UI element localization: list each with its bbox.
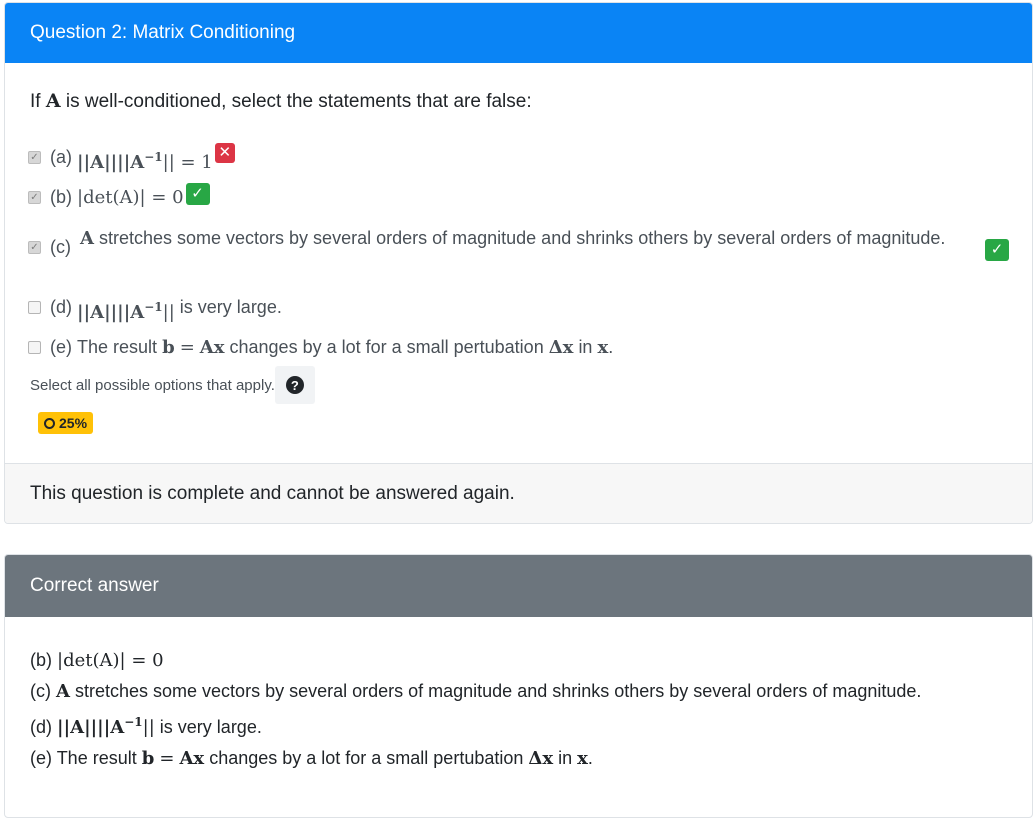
option-e[interactable]: (e) The result b = Ax changes by a lot f… [28, 333, 613, 362]
option-d[interactable]: (d) ||A||||A−1|| is very large. [28, 293, 282, 327]
incorrect-icon: ✕ [214, 143, 235, 163]
option-e-checkbox[interactable] [28, 341, 41, 354]
option-c-text: A stretches some vectors by several orde… [80, 228, 946, 249]
option-c-label: (c) [50, 237, 71, 257]
option-a-label: (a) [50, 147, 72, 167]
score-badge: 25% [38, 412, 94, 434]
option-c[interactable]: ✓ (c) A stretches some vectors by severa… [28, 223, 960, 262]
hint-row: Select all possible options that apply. … [30, 366, 315, 404]
answer-list: (b) |det(A)| = 0 (c) A stretches some ve… [30, 645, 930, 774]
help-button[interactable]: ? [274, 366, 315, 404]
option-e-text: The result b = Ax changes by a lot for a… [77, 337, 614, 358]
answer-header: Correct answer [5, 555, 1032, 617]
option-b[interactable]: ✓ (b) |det(A)| = 0 ✓ [28, 183, 210, 212]
answer-title: Correct answer [30, 575, 159, 596]
question-title: Question 2: Matrix Conditioning [30, 22, 296, 43]
option-d-label: (d) [50, 297, 72, 317]
option-d-checkbox[interactable] [28, 301, 41, 314]
option-b-math: |det(A)| = 0 [77, 187, 184, 208]
footer-text: This question is complete and cannot be … [30, 483, 515, 504]
prompt-text: If [30, 91, 41, 112]
option-e-label: (e) [50, 337, 72, 357]
question-footer: This question is complete and cannot be … [5, 463, 1032, 523]
answer-item-b: (b) |det(A)| = 0 [30, 650, 164, 671]
option-c-checkbox[interactable]: ✓ [28, 241, 41, 254]
question-card: Question 2: Matrix Conditioning If A is … [4, 2, 1033, 524]
question-prompt: If A is well-conditioned, select the sta… [30, 90, 532, 113]
prompt-text: is well-conditioned, select the statemen… [65, 91, 532, 112]
question-circle-icon: ? [285, 376, 304, 394]
prompt-math: A [45, 90, 61, 112]
option-b-label: (b) [50, 187, 72, 207]
correct-icon: ✓ [985, 239, 1009, 261]
answer-item-e: (e) The result b = Ax changes by a lot f… [30, 748, 593, 769]
option-b-checkbox[interactable]: ✓ [28, 191, 41, 204]
circle-icon [44, 417, 55, 429]
option-d-math: ||A||||A−1|| [77, 300, 175, 323]
option-d-text: is very large. [179, 297, 282, 317]
answer-item-d: (d) ||A||||A−1|| is very large. [30, 715, 262, 738]
option-a-checkbox[interactable]: ✓ [28, 151, 41, 164]
answer-card: Correct answer (b) |det(A)| = 0 (c) A st… [4, 554, 1033, 818]
question-header: Question 2: Matrix Conditioning [5, 3, 1032, 63]
score-value: 25% [59, 415, 88, 431]
option-a[interactable]: ✓ (a) ||A||||A−1|| = 1 ✕ [28, 143, 235, 177]
hint-text: Select all possible options that apply. [30, 376, 275, 394]
correct-icon: ✓ [185, 183, 210, 205]
answer-item-c: (c) A stretches some vectors by several … [30, 681, 922, 702]
option-a-math: ||A||||A−1|| = 1 [77, 150, 213, 173]
